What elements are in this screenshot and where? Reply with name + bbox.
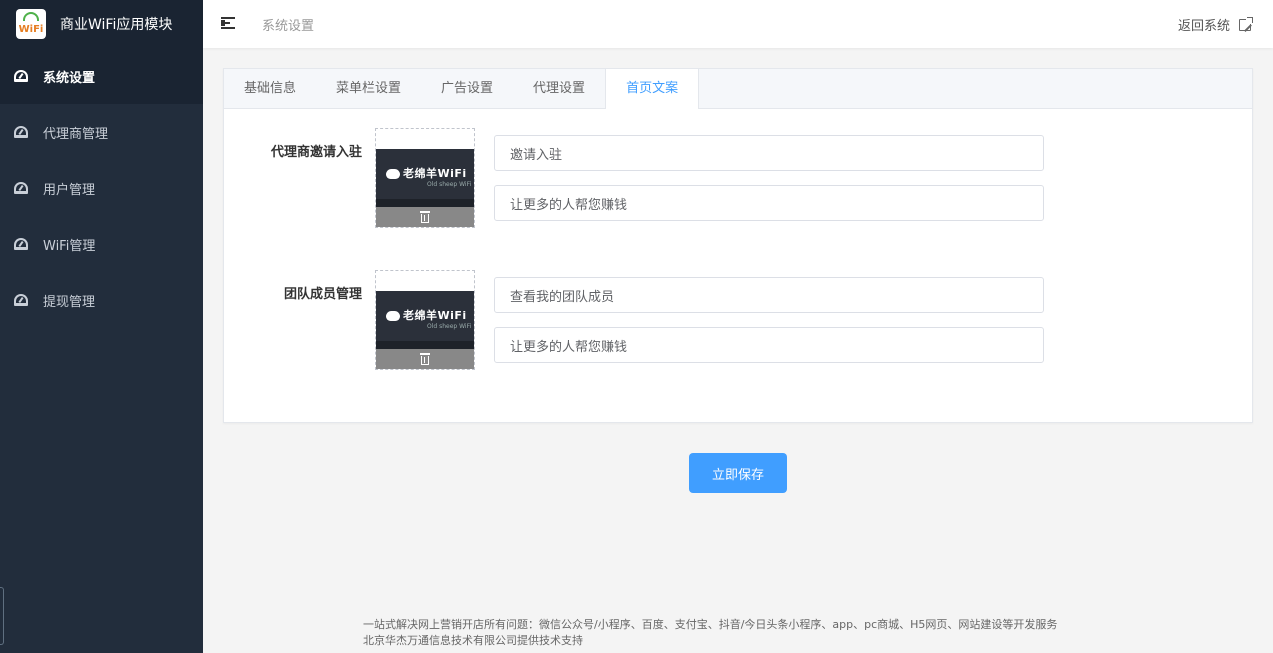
sidebar-item-agent-management[interactable]: 代理商管理: [0, 104, 203, 160]
footer-services-text: 一站式解决网上营销开店所有问题：微信公众号/小程序、百度、支付宝、抖音/今日头条…: [363, 618, 1058, 631]
external-link-icon: [1239, 16, 1253, 31]
footer: 一站式解决网上营销开店所有问题：微信公众号/小程序、百度、支付宝、抖音/今日头条…: [363, 617, 1057, 649]
description-input[interactable]: [494, 327, 1044, 363]
title-input[interactable]: [494, 135, 1044, 171]
delete-image-button[interactable]: [376, 349, 474, 369]
sidebar-item-label: 系统设置: [43, 70, 96, 86]
row-label: 代理商邀请入驻: [270, 145, 362, 160]
brand: WiFi 商业WiFi应用模块: [0, 0, 203, 48]
sidebar-item-wifi-management[interactable]: WiFi管理: [0, 216, 203, 272]
return-system-label: 返回系统: [1177, 19, 1230, 34]
uploaded-image: 老绵羊WiFi Old sheep WiFi: [376, 291, 474, 341]
sidebar-item-system-settings[interactable]: 系统设置: [0, 48, 203, 104]
return-system-link[interactable]: 返回系统: [1177, 15, 1253, 34]
row-label: 团队成员管理: [283, 287, 362, 302]
sidebar: WiFi 商业WiFi应用模块 系统设置 代理商管理 用户管理 WiFi管理 提…: [0, 0, 203, 653]
dashboard-icon: [13, 126, 29, 138]
form-row-invite: 代理商邀请入驻 老绵羊WiFi Old sheep WiFi: [224, 69, 1252, 229]
sidebar-item-label: 提现管理: [43, 294, 96, 310]
trash-icon: [420, 353, 430, 365]
sidebar-item-user-management[interactable]: 用户管理: [0, 160, 203, 216]
sidebar-item-label: 用户管理: [43, 182, 96, 198]
breadcrumb: 系统设置: [262, 19, 315, 34]
title-input[interactable]: [494, 277, 1044, 313]
dashboard-icon: [13, 294, 29, 306]
wifi-logo-icon: WiFi: [16, 9, 46, 39]
menu-fold-icon[interactable]: [221, 17, 237, 30]
uploaded-image: 老绵羊WiFi Old sheep WiFi: [376, 149, 474, 199]
sidebar-nav: 系统设置 代理商管理 用户管理 WiFi管理 提现管理: [0, 48, 203, 328]
image-uploader[interactable]: 老绵羊WiFi Old sheep WiFi: [375, 270, 475, 370]
app-title: 商业WiFi应用模块: [60, 17, 173, 33]
sheep-icon: [386, 311, 400, 321]
save-button[interactable]: 立即保存: [689, 453, 787, 493]
sidebar-item-label: 代理商管理: [43, 126, 109, 142]
sidebar-item-label: WiFi管理: [43, 238, 96, 254]
dashboard-icon: [13, 238, 29, 250]
settings-panel: 基础信息 菜单栏设置 广告设置 代理设置 首页文案 代理商邀请入驻 老绵羊WiF…: [223, 68, 1253, 423]
form-row-team: 团队成员管理 老绵羊WiFi Old sheep WiFi: [224, 211, 1252, 371]
footer-support-text: 北京华杰万通信息技术有限公司提供技术支持: [363, 634, 583, 647]
dashboard-icon: [13, 70, 29, 82]
sheep-icon: [386, 169, 400, 179]
sidebar-item-withdraw-management[interactable]: 提现管理: [0, 272, 203, 328]
sidebar-scroll-handle[interactable]: [0, 587, 4, 645]
top-header: 系统设置 返回系统: [203, 0, 1273, 48]
dashboard-icon: [13, 182, 29, 194]
